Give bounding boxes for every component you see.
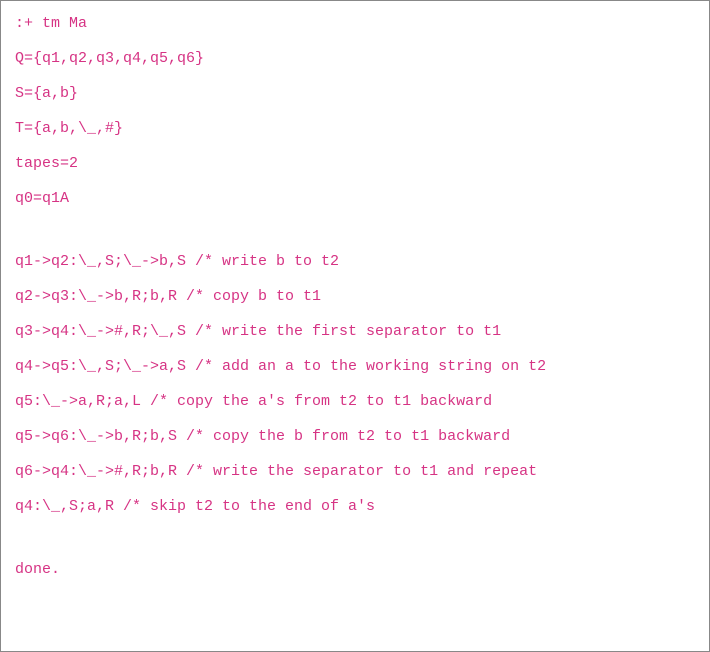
code-line-16: done.: [15, 559, 695, 580]
code-line-8: q2->q3:\_->b,R;b,R /* copy b to t1: [15, 286, 695, 307]
code-line-4: tapes=2: [15, 153, 695, 174]
code-line-1: Q={q1,q2,q3,q4,q5,q6}: [15, 48, 695, 69]
code-line-3: T={a,b,\_,#}: [15, 118, 695, 139]
code-line-9: q3->q4:\_->#,R;\_,S /* write the first s…: [15, 321, 695, 342]
code-line-0: :+ tm Ma: [15, 13, 695, 34]
blank-line-15: [15, 531, 695, 545]
code-block: :+ tm Ma Q={q1,q2,q3,q4,q5,q6} S={a,b} T…: [15, 13, 695, 580]
code-line-11: q5:\_->a,R;a,L /* copy the a's from t2 t…: [15, 391, 695, 412]
code-line-2: S={a,b}: [15, 83, 695, 104]
code-line-10: q4->q5:\_,S;\_->a,S /* add an a to the w…: [15, 356, 695, 377]
code-line-12: q5->q6:\_->b,R;b,S /* copy the b from t2…: [15, 426, 695, 447]
code-line-14: q4:\_,S;a,R /* skip t2 to the end of a's: [15, 496, 695, 517]
code-line-7: q1->q2:\_,S;\_->b,S /* write b to t2: [15, 251, 695, 272]
code-line-13: q6->q4:\_->#,R;b,R /* write the separato…: [15, 461, 695, 482]
blank-line-6: [15, 223, 695, 237]
code-line-5: q0=q1A: [15, 188, 695, 209]
